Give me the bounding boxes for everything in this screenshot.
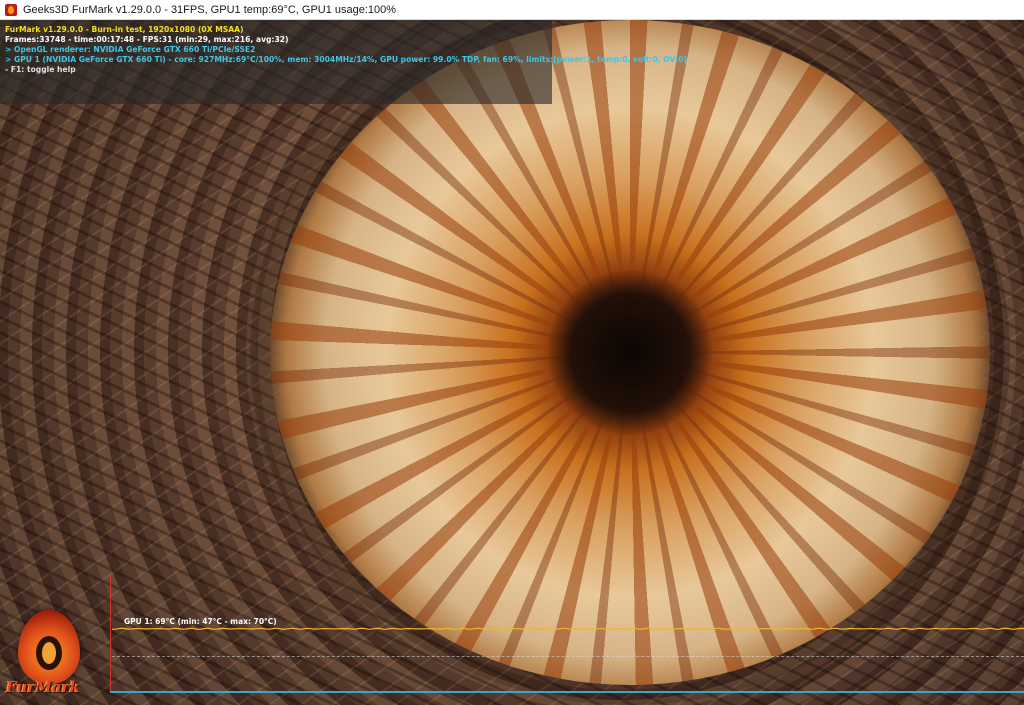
flame-icon [18, 610, 80, 684]
furmark-flame-logo: FurMark [4, 608, 104, 700]
temperature-series-line [112, 627, 1024, 631]
temperature-graph-label: GPU 1: 69°C (min: 47°C - max: 70°C) [124, 617, 277, 626]
overlay-renderer-line: > OpenGL renderer: NVIDIA GeForce GTX 66… [5, 45, 256, 54]
overlay-title-line: FurMark v1.29.0.0 - Burn-in test, 1920x1… [5, 25, 244, 34]
furmark-app-icon[interactable] [5, 3, 17, 16]
window-title: Geeks3D FurMark v1.29.0.0 - 31FPS, GPU1 … [23, 3, 397, 16]
logo-text: FurMark [6, 678, 80, 696]
temperature-plot [112, 627, 1024, 631]
stats-overlay: FurMark v1.29.0.0 - Burn-in test, 1920x1… [0, 20, 687, 104]
window-titlebar[interactable]: Geeks3D FurMark v1.29.0.0 - 31FPS, GPU1 … [0, 0, 1024, 20]
overlay-help-line: - F1: toggle help [5, 65, 76, 74]
overlay-gpu-line: > GPU 1 (NVIDIA GeForce GTX 660 Ti) - co… [5, 55, 687, 64]
graph-x-axis [110, 691, 1024, 693]
temperature-graph [110, 575, 1024, 693]
overlay-frames-line: Frames:33748 - time:00:17:48 - FPS:31 (m… [5, 35, 289, 44]
